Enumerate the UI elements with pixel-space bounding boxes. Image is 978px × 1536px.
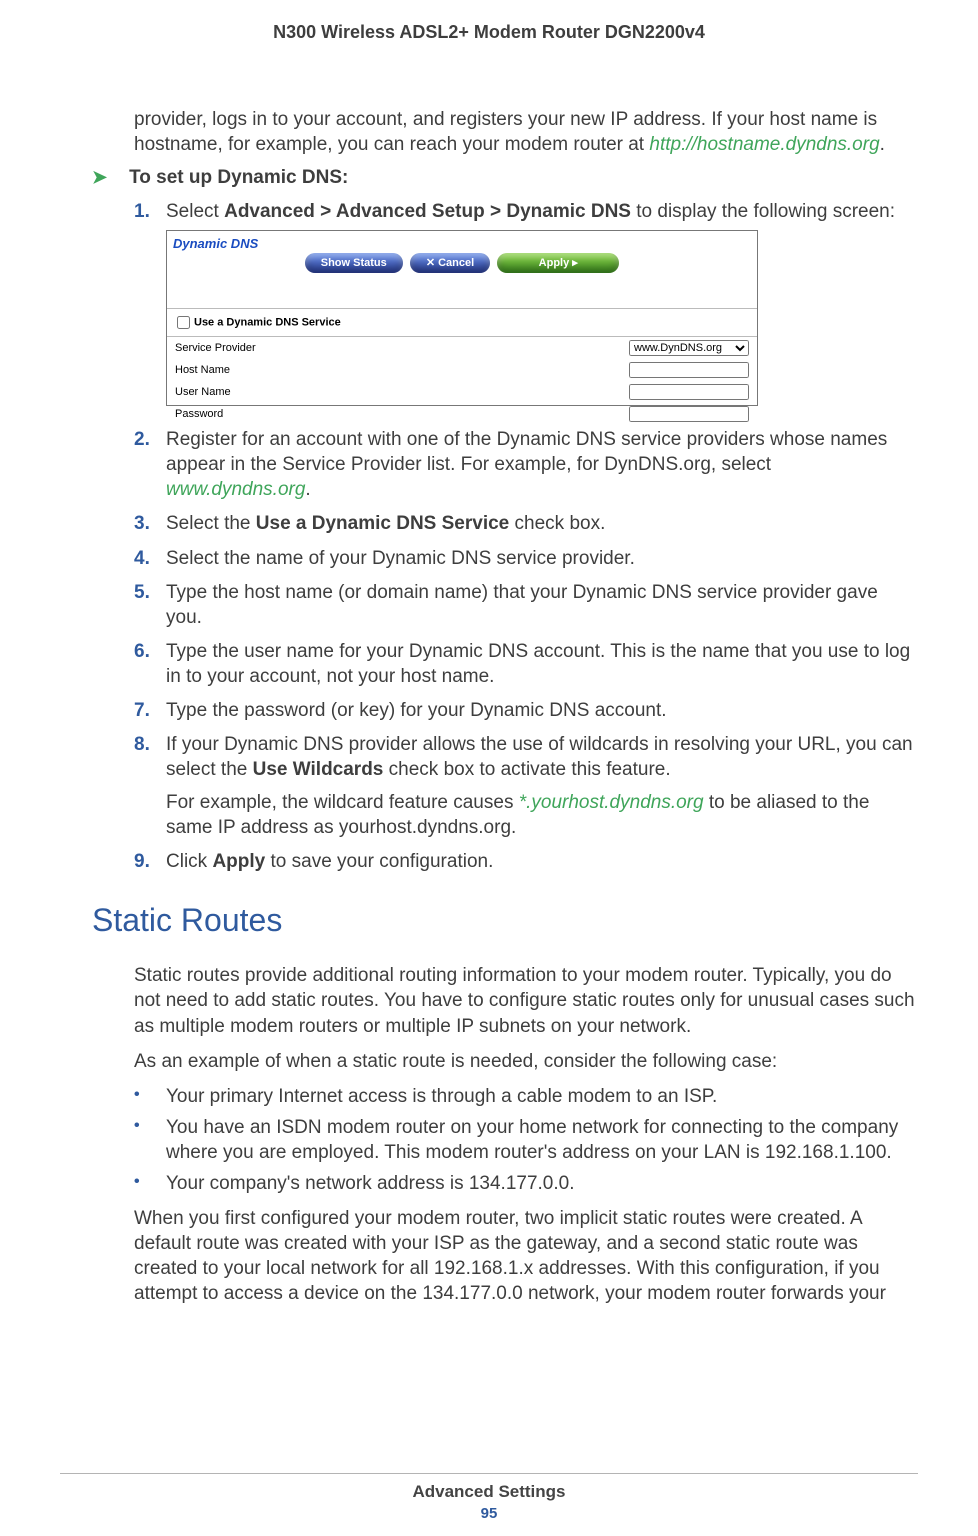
show-status-button[interactable]: Show Status [305, 253, 403, 273]
step-4: 4. Select the name of your Dynamic DNS s… [134, 546, 918, 571]
step-text: Click Apply to save your configuration. [166, 849, 918, 874]
s9-post: to save your configuration. [265, 851, 493, 872]
step-7: 7. Type the password (or key) for your D… [134, 698, 918, 723]
host-row: Host Name [167, 359, 757, 381]
step-number: 4. [134, 546, 166, 571]
provider-label: Service Provider [175, 341, 629, 356]
s8-post: check box to activate this feature. [383, 759, 670, 780]
s9-bold: Apply [212, 851, 265, 872]
step-5: 5. Type the host name (or domain name) t… [134, 580, 918, 630]
bullet-1: • Your primary Internet access is throug… [134, 1084, 918, 1109]
s8-sub: For example, the wildcard feature causes… [166, 790, 918, 840]
step-number: 5. [134, 580, 166, 630]
use-ddns-label: Use a Dynamic DNS Service [194, 317, 341, 329]
step-text: Type the password (or key) for your Dyna… [166, 698, 918, 723]
s2-pre: Register for an account with one of the … [166, 429, 887, 475]
host-label: Host Name [175, 363, 629, 378]
bullet-3: • Your company's network address is 134.… [134, 1171, 918, 1196]
step-text: Select the name of your Dynamic DNS serv… [166, 546, 918, 571]
intro-text-b: . [880, 134, 885, 155]
step-number: 2. [134, 427, 166, 502]
step-3: 3. Select the Use a Dynamic DNS Service … [134, 511, 918, 536]
step-number: 8. [134, 732, 166, 840]
procedure-arrow-icon: ➤ [92, 167, 107, 188]
s3-pre: Select the [166, 513, 256, 534]
step-number: 7. [134, 698, 166, 723]
step-text: Type the host name (or domain name) that… [166, 580, 918, 630]
dynamic-dns-screenshot: Dynamic DNS Show Status ✕ Cancel Apply ▸… [166, 230, 758, 406]
user-row: User Name [167, 381, 757, 403]
s1-pre: Select [166, 201, 224, 222]
user-input[interactable] [629, 384, 749, 400]
provider-row: Service Provider www.DynDNS.org [167, 337, 757, 359]
footer-section: Advanced Settings [0, 1482, 978, 1502]
step-1: 1. Select Advanced > Advanced Setup > Dy… [134, 199, 918, 418]
footer-page-number: 95 [0, 1505, 978, 1522]
pass-row: Password [167, 403, 757, 425]
procedure-heading: To set up Dynamic DNS: [129, 167, 348, 189]
s2-post: . [305, 479, 310, 500]
s9-pre: Click [166, 851, 212, 872]
step-text: If your Dynamic DNS provider allows the … [166, 732, 918, 840]
bullet-icon: • [134, 1084, 166, 1109]
step-6: 6. Type the user name for your Dynamic D… [134, 639, 918, 689]
s8-sub-link: *.yourhost.dyndns.org [519, 792, 704, 813]
use-ddns-checkbox[interactable] [177, 316, 190, 329]
step-8: 8. If your Dynamic DNS provider allows t… [134, 732, 918, 840]
bullet-icon: • [134, 1171, 166, 1196]
step-2: 2. Register for an account with one of t… [134, 427, 918, 502]
step-number: 3. [134, 511, 166, 536]
step-number: 1. [134, 199, 166, 418]
bullet-icon: • [134, 1115, 166, 1165]
user-label: User Name [175, 385, 629, 400]
step-text: Type the user name for your Dynamic DNS … [166, 639, 918, 689]
intro-paragraph: provider, logs in to your account, and r… [134, 107, 918, 157]
s1-post: to display the following screen: [631, 201, 895, 222]
s3-bold: Use a Dynamic DNS Service [256, 513, 509, 534]
bullet-text: You have an ISDN modem router on your ho… [166, 1115, 918, 1165]
static-routes-bullets: • Your primary Internet access is throug… [134, 1084, 918, 1196]
procedure-list: 1. Select Advanced > Advanced Setup > Dy… [134, 199, 918, 874]
static-routes-p1: Static routes provide additional routing… [134, 963, 918, 1038]
step-number: 9. [134, 849, 166, 874]
intro-link: http://hostname.dyndns.org [649, 134, 879, 155]
step-number: 6. [134, 639, 166, 689]
section-heading-static-routes: Static Routes [92, 902, 918, 939]
pass-label: Password [175, 407, 629, 422]
step-9: 9. Click Apply to save your configuratio… [134, 849, 918, 874]
bullet-2: • You have an ISDN modem router on your … [134, 1115, 918, 1165]
s3-post: check box. [509, 513, 605, 534]
s8-bold: Use Wildcards [253, 759, 384, 780]
apply-button[interactable]: Apply ▸ [497, 253, 619, 273]
bullet-text: Your company's network address is 134.17… [166, 1171, 575, 1196]
cancel-button[interactable]: ✕ Cancel [410, 253, 490, 273]
s2-link: www.dyndns.org [166, 479, 305, 500]
manual-page: N300 Wireless ADSL2+ Modem Router DGN220… [0, 0, 978, 1536]
s1-bold: Advanced > Advanced Setup > Dynamic DNS [224, 201, 631, 222]
pass-input[interactable] [629, 406, 749, 422]
use-ddns-row: Use a Dynamic DNS Service [167, 309, 757, 337]
running-title: N300 Wireless ADSL2+ Modem Router DGN220… [60, 22, 918, 43]
static-routes-p3: When you first configured your modem rou… [134, 1206, 918, 1306]
shot-button-bar: Show Status ✕ Cancel Apply ▸ [167, 253, 757, 277]
step-text: Select Advanced > Advanced Setup > Dynam… [166, 199, 918, 418]
host-input[interactable] [629, 362, 749, 378]
static-routes-p2: As an example of when a static route is … [134, 1049, 918, 1074]
bullet-text: Your primary Internet access is through … [166, 1084, 717, 1109]
provider-select[interactable]: www.DynDNS.org [629, 340, 749, 356]
step-text: Register for an account with one of the … [166, 427, 918, 502]
s8-sub-pre: For example, the wildcard feature causes [166, 792, 519, 813]
footer-rule [60, 1473, 918, 1474]
procedure-heading-row: ➤ To set up Dynamic DNS: [92, 167, 918, 189]
step-text: Select the Use a Dynamic DNS Service che… [166, 511, 918, 536]
